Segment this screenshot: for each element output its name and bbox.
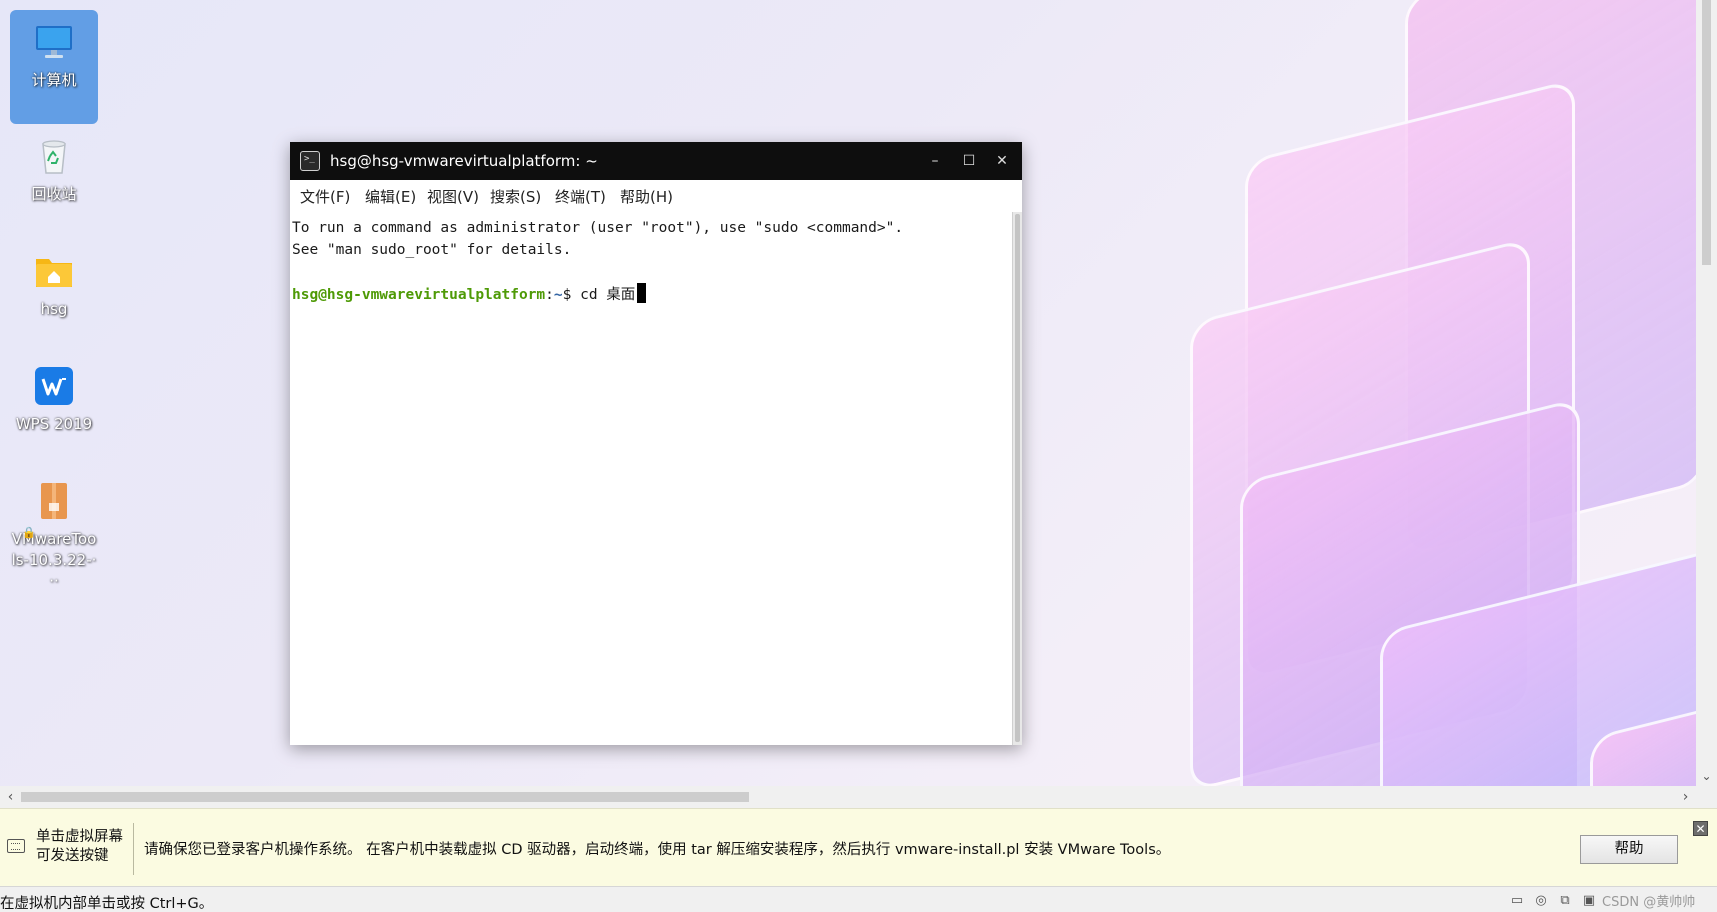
desktop-icon-recycle-bin[interactable]: 回收站 xyxy=(10,124,98,238)
vertical-scrollbar[interactable]: ⌄ xyxy=(1696,0,1717,786)
desktop-icon-label: WPS 2019 xyxy=(15,415,93,433)
home-folder-icon xyxy=(34,251,74,291)
prompt-path: ~ xyxy=(553,287,563,303)
desktop-icon-label: 回收站 xyxy=(31,185,77,203)
status-text: 在虚拟机内部单击或按 Ctrl+G。 xyxy=(0,896,214,912)
prompt-user-host: hsg@hsg-vmwarevirtualplatform xyxy=(292,287,546,303)
desktop-icon-label: hsg xyxy=(40,300,68,318)
cd-drive-icon[interactable]: ◎ xyxy=(1532,893,1550,908)
hint-line: 单击虚拟屏幕 xyxy=(36,829,123,845)
horizontal-scrollbar[interactable]: ‹ › xyxy=(0,786,1696,808)
output-line: To run a command as administrator (user … xyxy=(292,220,904,236)
recycle-bin-icon xyxy=(34,136,74,176)
terminal-scrollbar[interactable] xyxy=(1012,212,1022,745)
close-hint-button[interactable]: ✕ xyxy=(1693,821,1708,836)
status-bar: 在虚拟机内部单击或按 Ctrl+G。 ▭ ◎ ⧉ ▣ CSDN @黄帅帅 xyxy=(0,886,1717,912)
scrollbar-thumb[interactable] xyxy=(1015,214,1020,742)
hard-disk-icon[interactable]: ▭ xyxy=(1508,893,1526,908)
vmware-hint-bar: 单击虚拟屏幕 可发送按键 请确保您已登录客户机操作系统。 在客户机中装载虚拟 C… xyxy=(0,808,1717,886)
menu-view[interactable]: 视图(V) xyxy=(427,186,479,207)
text-cursor xyxy=(637,283,647,303)
minimize-button[interactable]: – xyxy=(920,146,950,176)
maximize-button[interactable]: ☐ xyxy=(954,146,984,176)
lock-icon: 🔒 xyxy=(22,526,36,539)
menu-search[interactable]: 搜索(S) xyxy=(490,186,541,207)
scrollbar-corner xyxy=(1696,786,1717,808)
desktop-icon-wps[interactable]: WPS 2019 xyxy=(10,354,98,468)
command-input[interactable]: cd 桌面 xyxy=(580,287,635,303)
scroll-left-arrow-icon[interactable]: ‹ xyxy=(0,786,21,808)
watermark: CSDN @黄帅帅 xyxy=(1602,895,1696,910)
terminal-output[interactable]: To run a command as administrator (user … xyxy=(290,212,1012,745)
prompt-line: hsg@hsg-vmwarevirtualplatform:~$ cd 桌面 xyxy=(292,283,647,306)
desktop: 计算机 回收站 hsg WPS 2019 VMwareTools-10.3.22… xyxy=(0,0,1696,786)
vertical-scrollbar-thumb[interactable] xyxy=(1702,0,1711,265)
menu-file[interactable]: 文件(F) xyxy=(300,186,350,207)
terminal-menubar: 文件(F) 编辑(E) 视图(V) 搜索(S) 终端(T) 帮助(H) xyxy=(290,180,1022,212)
prompt-symbol: $ xyxy=(562,287,581,303)
package-icon xyxy=(34,481,74,521)
menu-terminal[interactable]: 终端(T) xyxy=(555,186,606,207)
hint-message: 请确保您已登录客户机操作系统。 在客户机中装载虚拟 CD 驱动器，启动终端，使用… xyxy=(144,842,1171,858)
keyboard-icon xyxy=(7,839,25,853)
close-button[interactable]: ✕ xyxy=(987,146,1017,176)
terminal-titlebar[interactable]: >_ hsg@hsg-vmwarevirtualplatform: ~ – ☐ … xyxy=(290,142,1022,180)
divider xyxy=(133,823,134,875)
desktop-icon-computer[interactable]: 计算机 xyxy=(10,10,98,124)
usb-icon[interactable]: ▣ xyxy=(1580,893,1598,908)
desktop-icon-home-folder[interactable]: hsg xyxy=(10,239,98,353)
computer-icon xyxy=(34,22,74,62)
output-line: See "man sudo_root" for details. xyxy=(292,242,572,258)
menu-edit[interactable]: 编辑(E) xyxy=(365,186,416,207)
scroll-down-arrow-icon[interactable]: ⌄ xyxy=(1696,766,1717,786)
terminal-window[interactable]: >_ hsg@hsg-vmwarevirtualplatform: ~ – ☐ … xyxy=(290,142,1022,745)
terminal-icon: >_ xyxy=(300,151,320,171)
wps-icon xyxy=(34,366,74,406)
horizontal-scrollbar-thumb[interactable] xyxy=(21,792,749,802)
window-title: hsg@hsg-vmwarevirtualplatform: ~ xyxy=(330,152,598,170)
hint-click-to-send-keys: 单击虚拟屏幕 可发送按键 xyxy=(36,828,123,866)
hint-line: 可发送按键 xyxy=(36,848,109,864)
help-button[interactable]: 帮助 xyxy=(1580,835,1678,864)
prompt-separator: : xyxy=(545,287,554,303)
network-icon[interactable]: ⧉ xyxy=(1556,893,1574,908)
scroll-right-arrow-icon[interactable]: › xyxy=(1675,786,1696,808)
menu-help[interactable]: 帮助(H) xyxy=(620,186,673,207)
desktop-icon-label: 计算机 xyxy=(31,71,77,89)
